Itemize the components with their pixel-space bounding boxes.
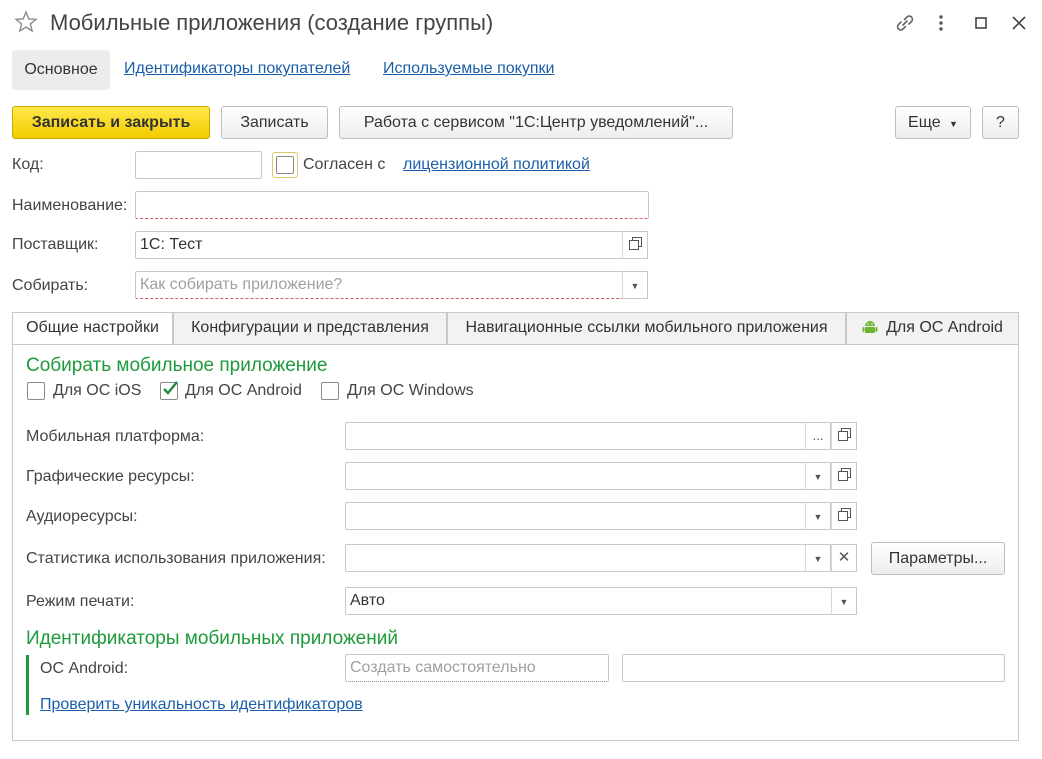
print-mode-label: Режим печати: [26, 593, 135, 610]
audio-open-button[interactable] [831, 502, 857, 530]
code-label: Код: [12, 156, 44, 173]
agree-checkbox-frame[interactable] [272, 152, 298, 178]
maximize-icon[interactable] [970, 12, 992, 34]
graphics-open-button[interactable] [831, 462, 857, 490]
supplier-label: Поставщик: [12, 236, 99, 253]
name-label: Наименование: [12, 197, 128, 214]
dropdown-arrow-icon: ▼ [630, 281, 640, 291]
parameters-button[interactable]: Параметры... [871, 542, 1005, 575]
supplier-input[interactable]: 1С: Тест [135, 231, 623, 259]
graphics-dropdown-button[interactable]: ▼ [805, 462, 831, 490]
android-label: Для ОС Android [185, 382, 302, 399]
stats-input[interactable] [345, 544, 806, 572]
notification-service-button[interactable]: Работа с сервисом "1С:Центр уведомлений"… [339, 106, 733, 139]
dropdown-arrow-icon: ▼ [813, 512, 823, 522]
window-title: Мобильные приложения (создание группы) [50, 10, 494, 35]
agree-label: Согласен с [303, 156, 386, 173]
dropdown-arrow-icon: ▼ [813, 554, 823, 564]
check-uniqueness-link[interactable]: Проверить уникальность идентификаторов [40, 696, 363, 714]
android-id-label: ОС Android: [40, 660, 129, 677]
more-button[interactable]: Еще ▼ [895, 106, 971, 139]
android-id-input[interactable]: Создать самостоятельно [345, 654, 609, 682]
build-placeholder: Как собирать приложение? [140, 276, 343, 293]
more-button-label: Еще [908, 114, 941, 131]
graphics-input[interactable] [345, 462, 806, 490]
open-icon [838, 508, 851, 521]
help-button[interactable]: ? [982, 106, 1019, 139]
build-label: Собирать: [12, 277, 89, 294]
audio-input[interactable] [345, 502, 806, 530]
platform-select-button[interactable]: ... [805, 422, 831, 450]
more-vertical-icon[interactable] [930, 12, 952, 34]
dropdown-arrow-icon: ▼ [839, 597, 849, 607]
android-id-secondary-input[interactable] [622, 654, 1005, 682]
tab-android-label: Для ОС Android [886, 319, 1003, 336]
tab-general-settings[interactable]: Общие настройки [12, 312, 173, 345]
nav-tab-main[interactable]: Основное [12, 50, 110, 90]
build-section-title: Собирать мобильное приложение [26, 355, 328, 376]
graphics-label: Графические ресурсы: [26, 468, 195, 485]
open-icon [838, 468, 851, 481]
platform-input[interactable] [345, 422, 806, 450]
dropdown-arrow-icon: ▼ [813, 472, 823, 482]
dropdown-arrow-icon: ▼ [949, 119, 958, 129]
nav-tab-purchases[interactable]: Используемые покупки [383, 60, 554, 80]
android-checkbox[interactable] [160, 381, 178, 400]
save-and-close-button[interactable]: Записать и закрыть [12, 106, 210, 139]
platform-label: Мобильная платформа: [26, 428, 205, 445]
android-id-placeholder: Создать самостоятельно [350, 659, 536, 676]
name-input[interactable] [135, 191, 649, 219]
save-button[interactable]: Записать [221, 106, 328, 139]
link-icon[interactable] [894, 12, 916, 34]
agree-checkbox[interactable] [276, 156, 294, 174]
build-select[interactable]: Как собирать приложение? [135, 271, 623, 299]
stats-dropdown-button[interactable]: ▼ [805, 544, 831, 572]
tab-nav-links[interactable]: Навигационные ссылки мобильного приложен… [447, 312, 846, 344]
audio-label: Аудиоресурсы: [26, 508, 138, 525]
audio-dropdown-button[interactable]: ▼ [805, 502, 831, 530]
checkmark-icon [163, 381, 178, 395]
build-dropdown-button[interactable]: ▼ [622, 271, 648, 299]
open-icon [629, 237, 642, 250]
stats-clear-button[interactable]: ✕ [831, 544, 857, 572]
windows-label: Для ОС Windows [347, 382, 474, 399]
star-icon[interactable] [14, 10, 38, 34]
tab-android[interactable]: Для ОС Android [846, 312, 1019, 344]
android-icon [862, 316, 878, 346]
ios-checkbox[interactable] [27, 382, 45, 400]
print-mode-select[interactable]: Авто [345, 587, 832, 615]
ids-section-bar [26, 655, 29, 715]
platform-open-button[interactable] [831, 422, 857, 450]
windows-checkbox[interactable] [321, 382, 339, 400]
license-policy-link[interactable]: лицензионной политикой [403, 156, 590, 174]
nav-tab-buyer-ids[interactable]: Идентификаторы покупателей [124, 60, 350, 80]
code-input[interactable] [135, 151, 262, 179]
open-icon [838, 428, 851, 441]
clear-icon: ✕ [837, 549, 851, 566]
ios-label: Для ОС iOS [53, 382, 142, 399]
stats-label: Статистика использования приложения: [26, 550, 326, 567]
ids-section-title: Идентификаторы мобильных приложений [26, 628, 398, 649]
close-icon[interactable] [1008, 12, 1030, 34]
print-mode-dropdown-button[interactable]: ▼ [831, 587, 857, 615]
supplier-open-button[interactable] [622, 231, 648, 259]
tab-configurations[interactable]: Конфигурации и представления [173, 312, 447, 344]
